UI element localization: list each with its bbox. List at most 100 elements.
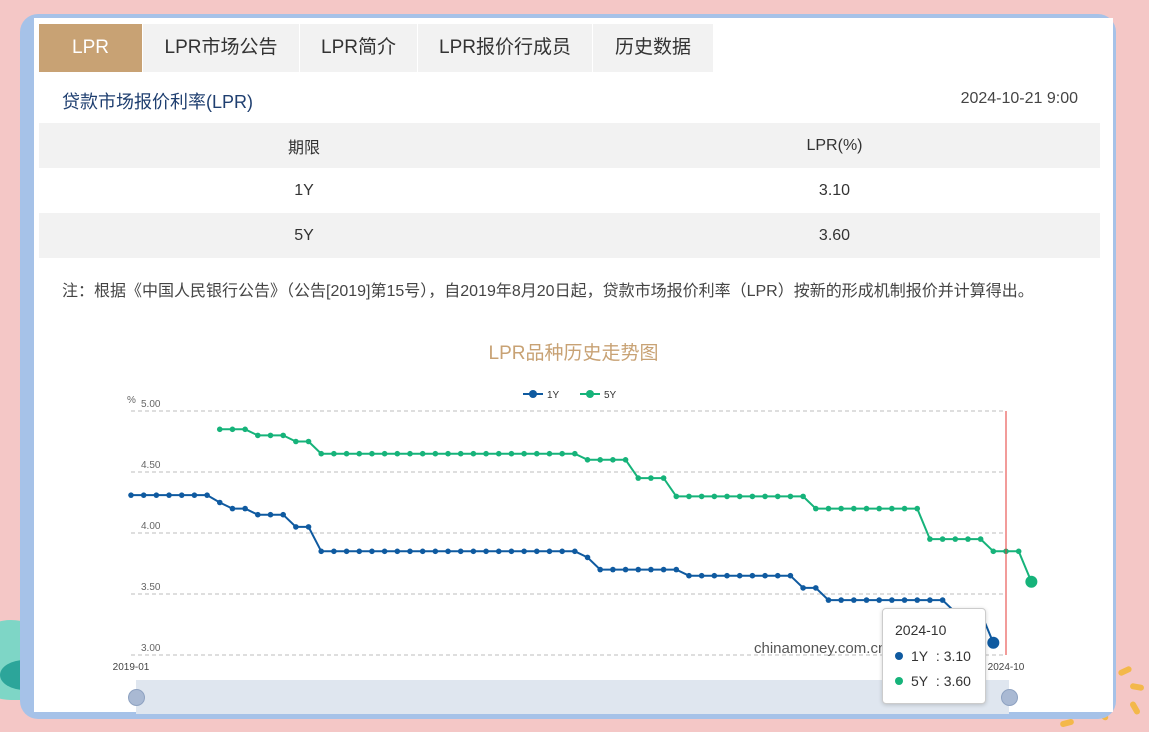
legend-label: 1Y (547, 390, 560, 401)
legend-dot-icon (895, 677, 903, 685)
data-point (508, 450, 515, 457)
data-point (648, 475, 654, 481)
data-point (318, 450, 325, 457)
data-point (305, 524, 312, 530)
data-point (686, 572, 692, 579)
data-point (965, 536, 971, 542)
data-point (889, 597, 895, 603)
data-point (762, 572, 768, 579)
data-point (521, 450, 527, 457)
data-point (749, 493, 756, 500)
data-point (178, 492, 185, 498)
series-line (219, 428, 1033, 583)
data-point (686, 493, 692, 500)
data-point (1025, 575, 1038, 588)
data-point (242, 505, 248, 512)
data-point (889, 505, 895, 512)
data-point (990, 548, 997, 555)
data-point (572, 450, 578, 457)
data-point (635, 475, 642, 481)
data-point (987, 636, 1000, 649)
data-point (242, 426, 248, 433)
data-point (927, 536, 933, 542)
tooltip-series-name: 5Y (911, 673, 929, 689)
data-point (331, 548, 337, 555)
data-point (483, 450, 489, 457)
data-point (343, 548, 350, 555)
data-point (863, 597, 870, 603)
data-point (394, 548, 401, 555)
lpr-panel: LPR LPR市场公告 LPR简介 LPR报价行成员 历史数据 贷款市场报价利率… (34, 18, 1113, 714)
data-point (927, 597, 933, 603)
zoom-slider-track[interactable] (136, 680, 1009, 714)
data-point (407, 450, 413, 457)
data-point (597, 566, 604, 573)
data-point (711, 493, 718, 500)
watermark: chinamoney.com.cn (754, 640, 887, 657)
data-point (572, 548, 578, 555)
data-point (255, 432, 261, 439)
tooltip-row-5y: 5Y : 3.60 (895, 673, 971, 689)
data-point (432, 548, 439, 555)
data-point (293, 524, 299, 530)
confetti-shape (1129, 682, 1145, 692)
data-point (622, 566, 629, 573)
data-point (343, 450, 350, 457)
data-point (584, 457, 591, 463)
data-point (977, 536, 984, 542)
data-point (724, 493, 730, 500)
y-tick-label: 4.00 (141, 521, 161, 532)
data-point (255, 511, 261, 518)
data-point (762, 493, 768, 500)
data-point (698, 572, 705, 579)
data-point (216, 499, 223, 506)
data-point (622, 457, 629, 463)
data-point (445, 450, 451, 457)
data-point (749, 572, 756, 579)
data-point (419, 548, 426, 555)
data-point (952, 536, 959, 542)
data-point (610, 457, 616, 463)
data-point (356, 450, 363, 457)
confetti-shape (1059, 718, 1075, 728)
data-point (825, 505, 832, 512)
legend-dot-icon (895, 652, 903, 660)
legend-label: 5Y (604, 390, 617, 401)
series-line (131, 494, 995, 644)
data-point (128, 492, 134, 498)
zoom-handle-left[interactable] (128, 689, 145, 706)
data-point (812, 505, 819, 512)
x-tick-label: 2024-10 (988, 662, 1025, 673)
confetti-shape (1128, 700, 1142, 716)
data-point (495, 548, 502, 555)
legend-marker (586, 390, 594, 398)
data-point (381, 450, 388, 457)
data-point (546, 450, 553, 457)
data-point (673, 566, 680, 573)
data-point (559, 450, 565, 457)
data-point (432, 450, 439, 457)
y-axis-label: % (127, 395, 136, 406)
data-point (863, 505, 870, 512)
data-point (470, 450, 477, 457)
data-point (800, 493, 806, 500)
data-point (331, 450, 337, 457)
data-point (407, 548, 413, 555)
zoom-handle-right[interactable] (1001, 689, 1018, 706)
y-tick-label: 3.00 (141, 643, 161, 654)
data-point (876, 505, 882, 512)
data-point (445, 548, 451, 555)
data-point (229, 426, 236, 433)
data-point (369, 548, 375, 555)
tooltip-row-1y: 1Y : 3.10 (895, 648, 971, 664)
data-point (533, 450, 540, 457)
data-point (229, 505, 236, 512)
tooltip-series-name: 1Y (911, 648, 929, 664)
data-point (153, 492, 160, 498)
data-point (800, 585, 806, 591)
data-point (711, 572, 718, 579)
data-point (660, 566, 667, 573)
data-point (673, 493, 680, 500)
legend-marker (529, 390, 537, 398)
data-point (216, 426, 223, 433)
